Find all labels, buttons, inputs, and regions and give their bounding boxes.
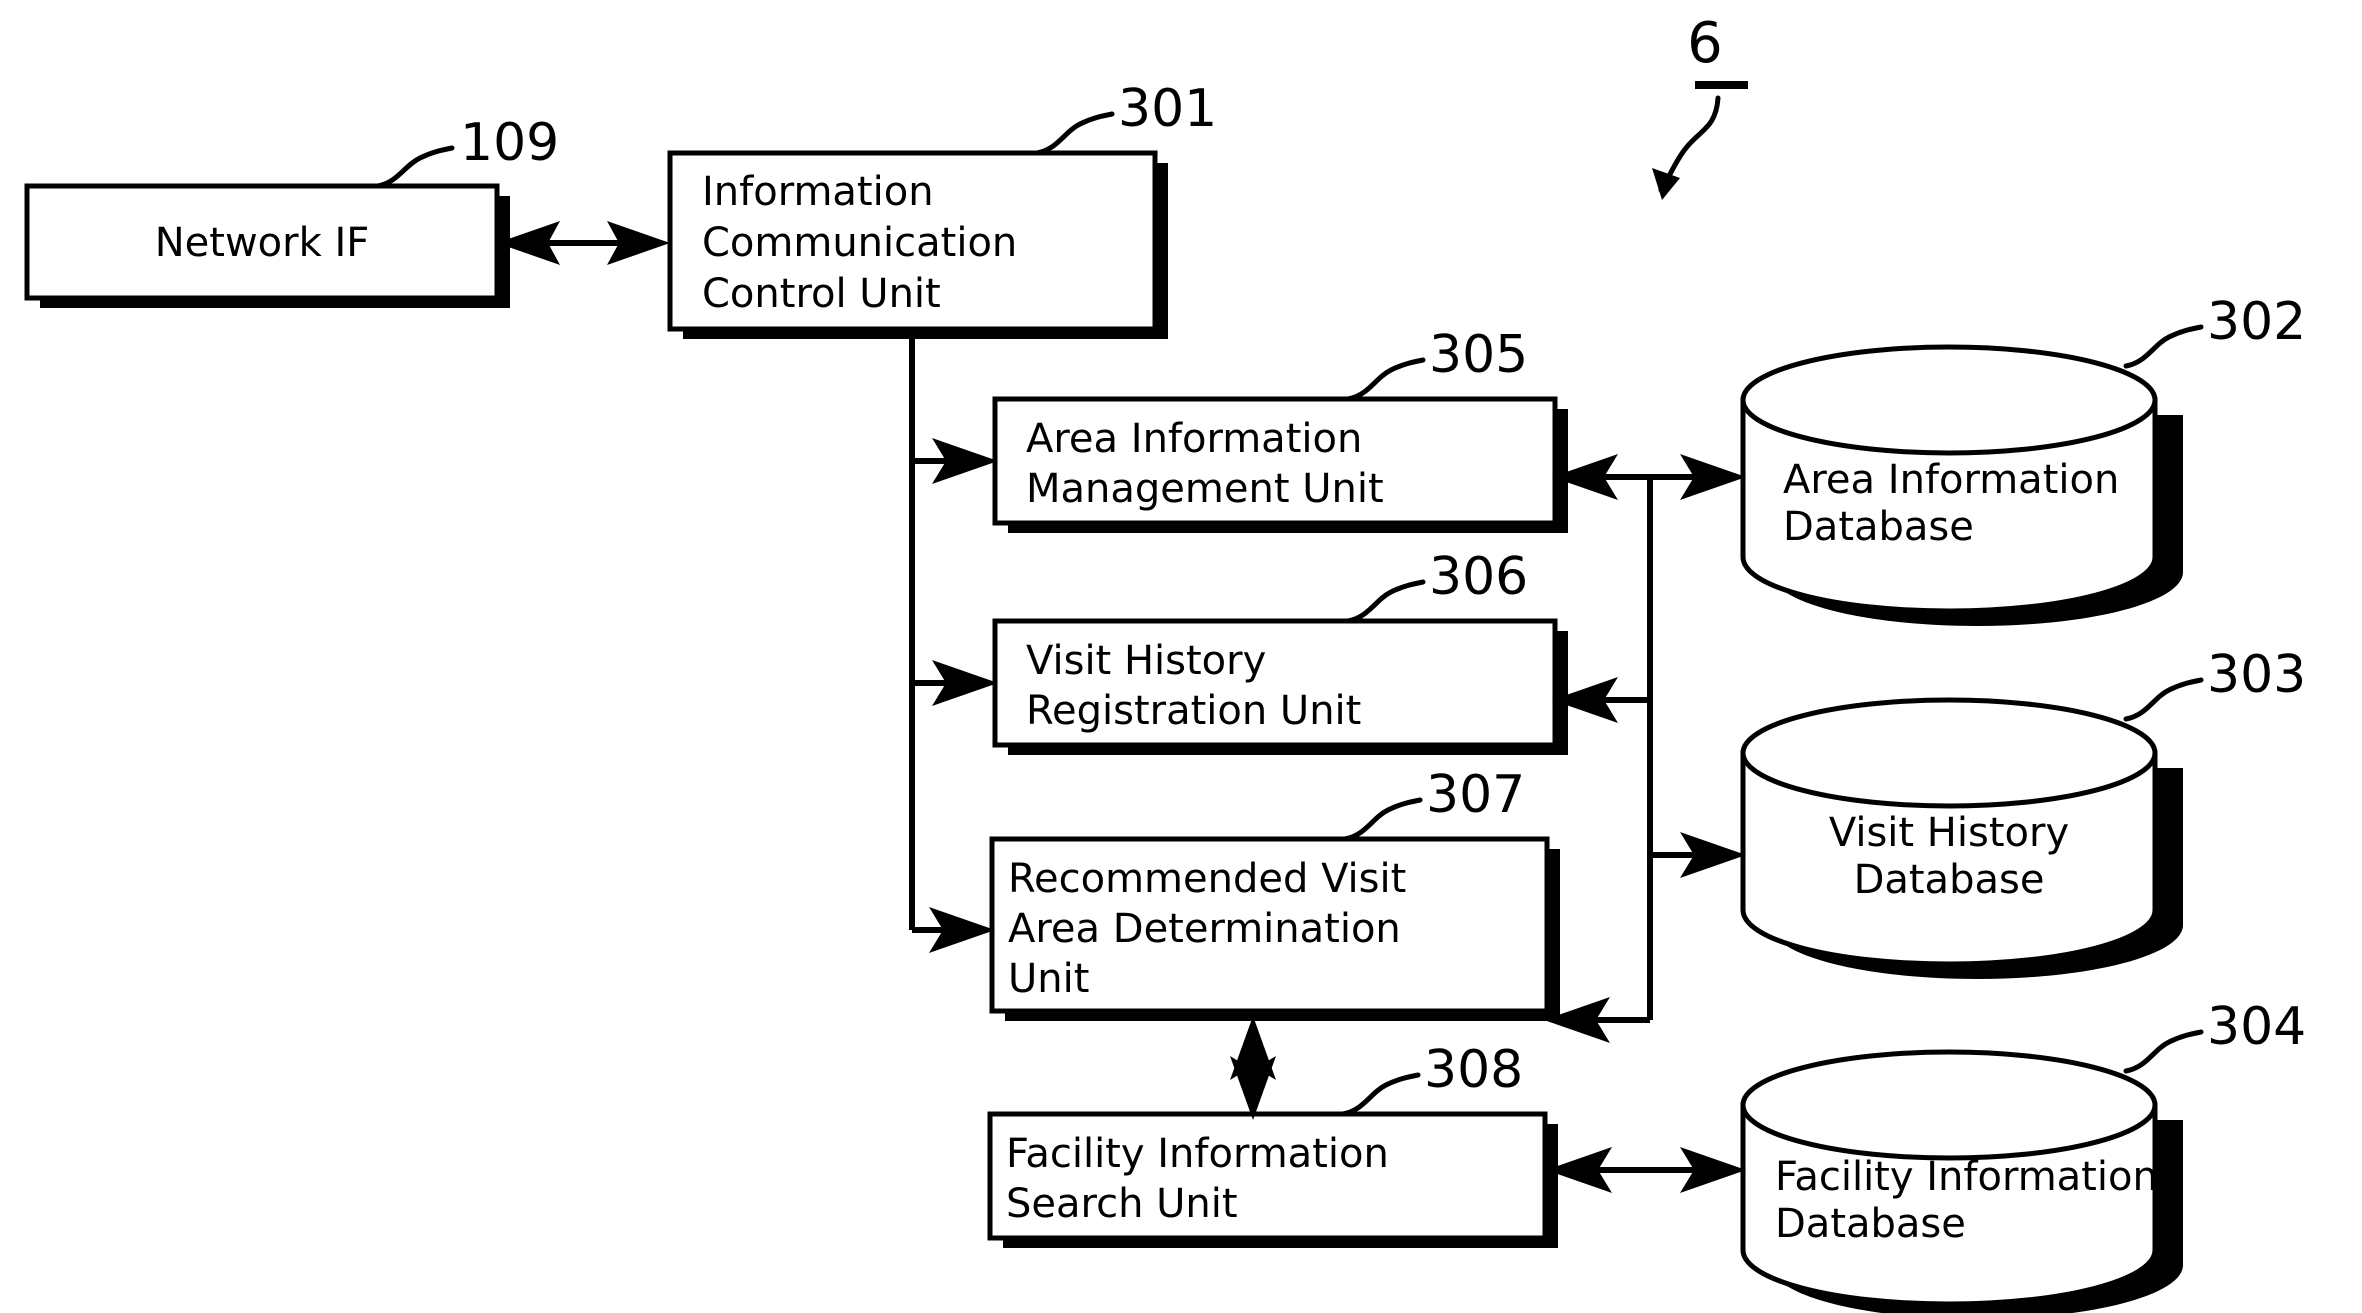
connector-network-if-to-control-unit [497,221,670,265]
facility-info-search-unit-ref-number: 308 [1424,1040,1523,1100]
rec-visit-area-unit-label-line-1: Area Determination [1008,906,1401,952]
info-comm-control-unit-label-line-0: Information [702,169,934,215]
network-if-label-line-0: Network IF [155,220,370,266]
db-facility-information-database: Facility Information Database 304 [1740,997,2306,1313]
block-diagram: 6 Network IF 109 Information Communicati… [24,11,2306,1313]
visit-history-reg-unit-label-line-0: Visit History [1026,638,1266,684]
area-info-db-top [1740,344,2158,456]
rec-visit-area-unit-label-line-0: Recommended Visit [1008,856,1406,902]
area-info-db-label-line-0: Area Information [1783,457,2119,503]
info-comm-control-unit-label-line-2: Control Unit [702,271,941,317]
area-info-db-label-line-1: Database [1783,504,1974,550]
area-info-mgmt-unit-ref-number: 305 [1429,325,1528,385]
figure-number: 6 [1687,11,1723,76]
figure-leader-arrowhead [1652,168,1680,200]
figure-number-group: 6 [1652,11,1748,200]
visit-history-reg-unit-ref-number: 306 [1429,547,1528,607]
facility-info-db-label-line-0: Facility Information [1775,1154,2158,1200]
area-info-mgmt-unit-ref-leader [1345,357,1426,402]
visit-history-reg-unit-label-line-1: Registration Unit [1026,688,1361,734]
facility-info-db-ref-number: 304 [2207,997,2306,1057]
rec-visit-area-unit-ref-number: 307 [1426,765,1525,825]
network-if-ref-number: 109 [460,113,559,173]
patent-figure-page: 6 Network IF 109 Information Communicati… [0,0,2362,1313]
facility-info-search-unit-label-line-0: Facility Information [1006,1131,1389,1177]
visit-history-db-top [1740,697,2158,809]
rec-visit-area-unit-ref-leader [1342,797,1423,842]
area-info-mgmt-unit-label-line-0: Area Information [1026,416,1362,462]
block-visit-history-registration-unit: Visit History Registration Unit 306 [992,547,1568,755]
visit-history-db-ref-leader [2123,677,2204,722]
block-recommended-visit-area-determination-unit: Recommended Visit Area Determination Uni… [989,765,1560,1021]
area-info-mgmt-unit-label-line-1: Management Unit [1026,466,1384,512]
block-information-communication-control-unit: Information Communication Control Unit 3… [667,79,1217,339]
visit-history-db-label-line-1: Database [1854,857,2045,903]
rec-visit-area-unit-label-line-2: Unit [1008,956,1089,1002]
block-area-information-management-unit: Area Information Management Unit 305 [992,325,1568,533]
info-comm-control-unit-ref-number: 301 [1118,79,1217,139]
visit-history-db-label-line-0: Visit History [1829,810,2069,856]
db-visit-history-database: Visit History Database 303 [1740,645,2306,979]
facility-info-search-unit-ref-leader [1340,1072,1421,1117]
db-area-information-database: Area Information Database 302 [1740,292,2306,626]
info-comm-control-unit-label-line-1: Communication [702,220,1017,266]
facility-info-db-ref-leader [2123,1029,2204,1074]
visit-history-reg-unit-ref-leader [1345,579,1426,624]
facility-info-db-label-line-1: Database [1775,1201,1966,1247]
network-if-ref-leader [375,145,455,189]
visit-history-db-ref-number: 303 [2207,645,2306,705]
block-facility-information-search-unit: Facility Information Search Unit 308 [987,1040,1558,1248]
facility-info-db-top [1740,1049,2158,1161]
connector-rec-visit-area-to-facility-search [1230,1016,1276,1120]
facility-info-search-unit-label-line-1: Search Unit [1006,1181,1238,1227]
block-network-if: Network IF 109 [24,113,559,308]
connector-facility-search-to-facility-db [1546,1147,1746,1193]
info-comm-control-unit-ref-leader [1034,111,1115,156]
area-info-db-ref-number: 302 [2207,292,2306,352]
connector-database-bus [1544,454,1746,1043]
connector-control-unit-bus [909,329,998,953]
area-info-db-ref-leader [2123,324,2204,369]
